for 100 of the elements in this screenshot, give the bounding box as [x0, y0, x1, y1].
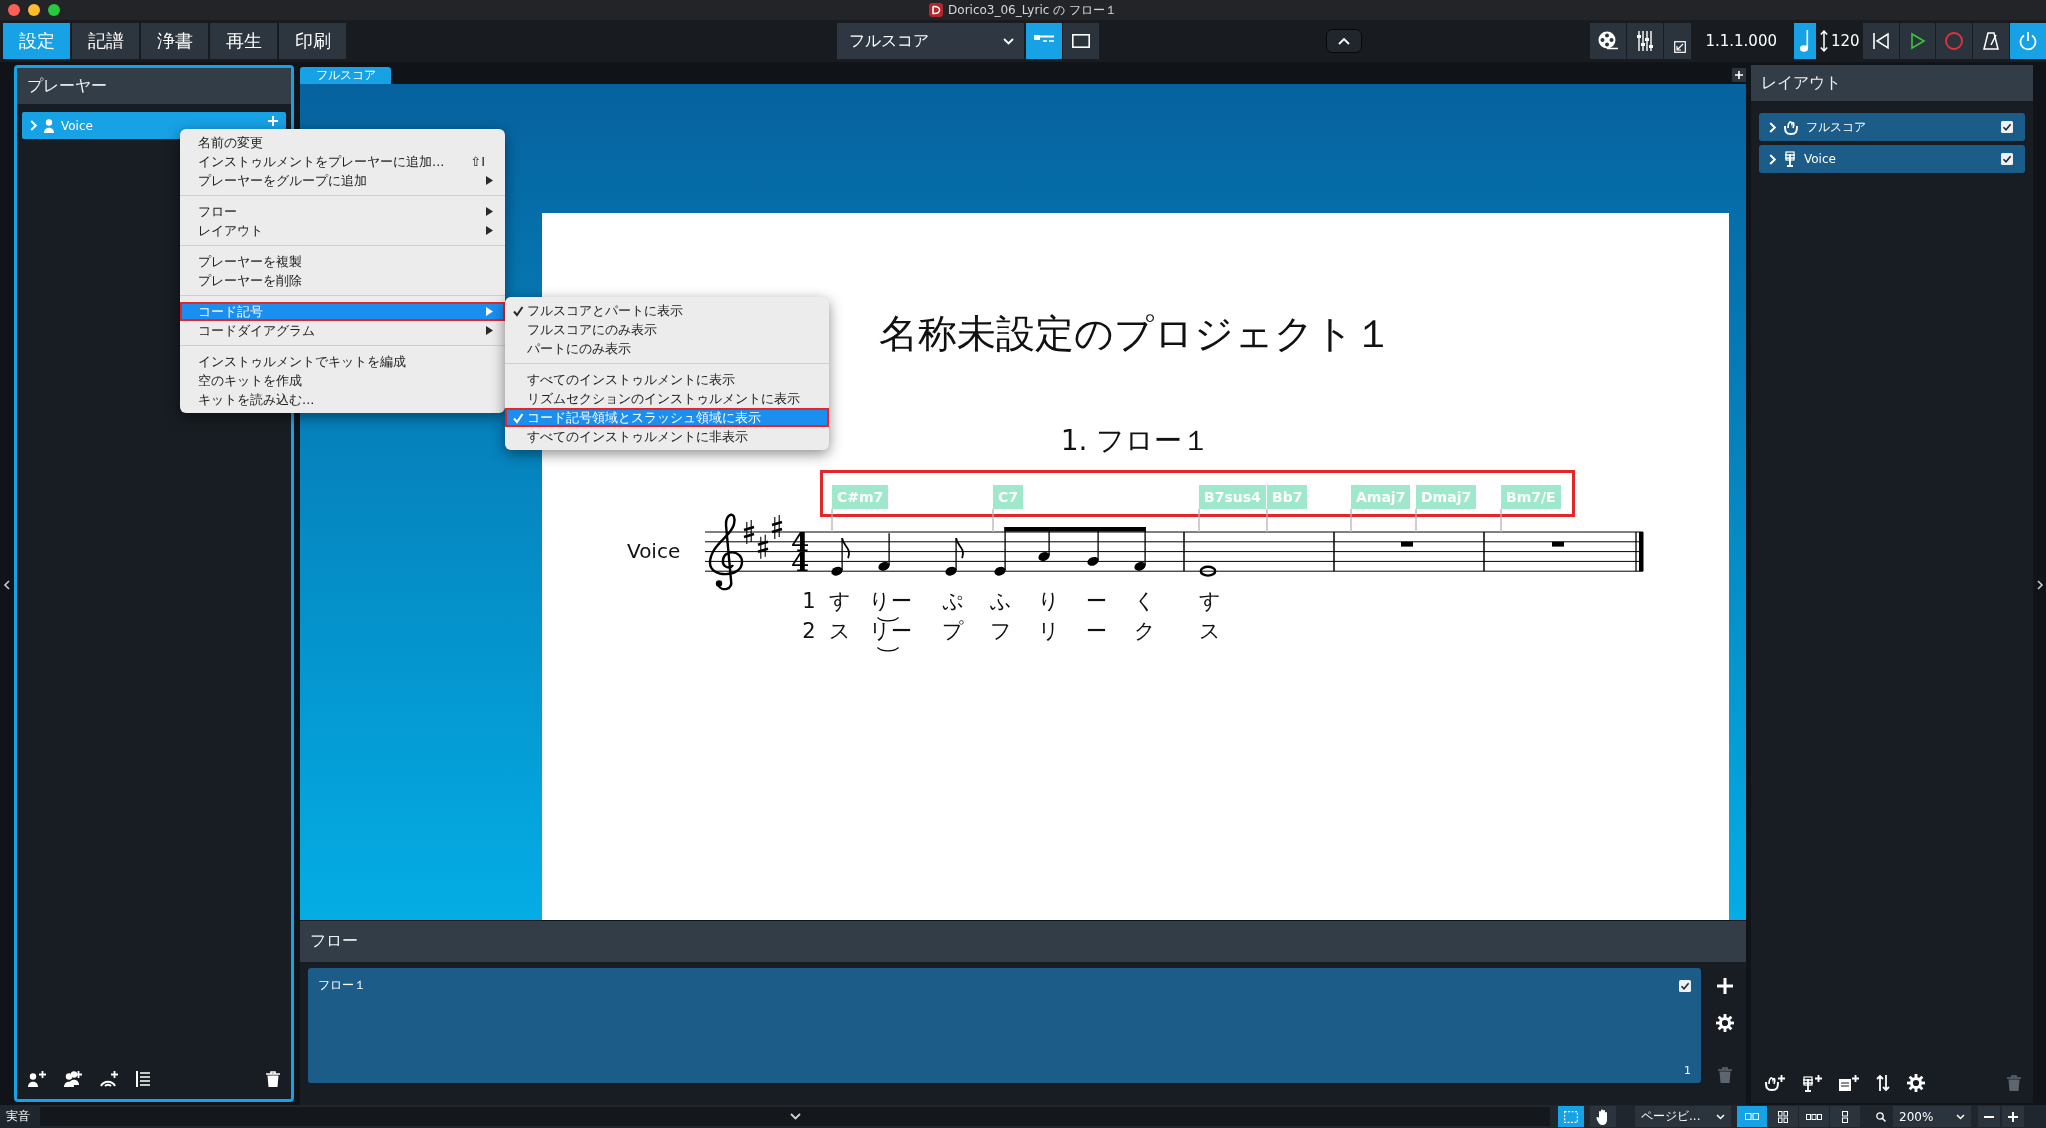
- mixer-button[interactable]: [1626, 23, 1663, 59]
- window-button[interactable]: [1663, 23, 1692, 59]
- menu-item[interactable]: コードダイアグラム: [180, 321, 505, 340]
- lyric-syllable: り: [1038, 588, 1060, 614]
- mixer-icon: [1635, 31, 1654, 51]
- zoom-in-button[interactable]: [2002, 1106, 2024, 1127]
- view-type-dropdown[interactable]: ページビ...: [1635, 1106, 1731, 1127]
- plus-icon: [1735, 70, 1743, 79]
- page-grid-icon: [1778, 1110, 1788, 1123]
- menu-item[interactable]: プレーヤーを複製: [180, 252, 505, 271]
- record-button[interactable]: [1936, 23, 1973, 59]
- page-arrangement-button[interactable]: [1768, 1106, 1798, 1127]
- add-part-icon[interactable]: [1802, 1075, 1822, 1091]
- sort-icon[interactable]: [1876, 1075, 1890, 1091]
- play-button[interactable]: [1899, 23, 1936, 59]
- toggle-panels-button[interactable]: [1326, 29, 1362, 53]
- concert-pitch-button[interactable]: 実音: [0, 1105, 36, 1128]
- page-arrangement-button[interactable]: [1799, 1106, 1829, 1127]
- menu-item[interactable]: レイアウト: [180, 221, 505, 240]
- menu-item[interactable]: すべてのインストゥルメントに表示: [505, 370, 829, 389]
- add-custom-layout-icon[interactable]: [1839, 1075, 1859, 1091]
- hand-icon: [1596, 1108, 1610, 1125]
- menu-item[interactable]: パートにのみ表示: [505, 339, 829, 358]
- menu-item[interactable]: すべてのインストゥルメントに非表示: [505, 427, 829, 446]
- flow-number: 1: [1684, 1064, 1691, 1077]
- menu-item[interactable]: リズムセクションのインストゥルメントに表示: [505, 389, 829, 408]
- zoom-out-button[interactable]: [1978, 1106, 2000, 1127]
- menu-item[interactable]: フルスコアとパートに表示: [505, 301, 829, 320]
- chevron-right-icon[interactable]: [2036, 580, 2043, 590]
- tempo-mode-button[interactable]: [1794, 23, 1816, 59]
- add-section-icon[interactable]: [100, 1071, 118, 1087]
- trash-icon[interactable]: [266, 1071, 280, 1087]
- video-button[interactable]: [1589, 23, 1626, 59]
- view-mode-button[interactable]: [1026, 23, 1063, 59]
- lyric-syllable: りー: [868, 588, 912, 614]
- tempo-value: 120: [1830, 32, 1860, 50]
- zoom-window-icon[interactable]: [48, 4, 60, 16]
- add-player-icon[interactable]: [28, 1071, 46, 1087]
- bottom-panel-toggle[interactable]: [40, 1107, 1550, 1126]
- menu-item[interactable]: プレーヤーを削除: [180, 271, 505, 290]
- menu-item[interactable]: インストゥルメントをプレーヤーに追加... ⇧I: [180, 152, 505, 171]
- chevron-down-icon: [1716, 1113, 1725, 1120]
- verse-number: 2: [802, 618, 816, 644]
- menu-item[interactable]: インストゥルメントでキットを編成: [180, 352, 505, 371]
- marquee-icon: [1564, 1110, 1578, 1123]
- layout-row[interactable]: Voice: [1759, 145, 2025, 173]
- mode-tab[interactable]: 浄書: [141, 23, 208, 59]
- view-mode-button[interactable]: [1063, 23, 1099, 59]
- up-down-arrow-icon: [1819, 30, 1828, 52]
- play-icon: [1910, 33, 1925, 49]
- menu-item[interactable]: フロー: [180, 202, 505, 221]
- plus-icon[interactable]: [1717, 978, 1733, 994]
- metronome-button[interactable]: [1973, 23, 2010, 59]
- layout-row[interactable]: フルスコア: [1759, 113, 2025, 141]
- minimize-window-icon[interactable]: [28, 4, 40, 16]
- lyric-syllable: プ: [942, 618, 964, 644]
- add-ensemble-icon[interactable]: [64, 1071, 82, 1087]
- playhead-position: 1.1.1.000: [1704, 32, 1778, 50]
- new-tab-button[interactable]: [1732, 67, 1746, 82]
- checkbox-icon[interactable]: [2001, 121, 2013, 133]
- close-window-icon[interactable]: [8, 4, 20, 16]
- part-icon: [1784, 152, 1796, 166]
- score-title: 名称未設定のプロジェクト１: [878, 310, 1393, 358]
- menu-item[interactable]: プレーヤーをグループに追加: [180, 171, 505, 190]
- layout-dropdown[interactable]: フルスコア: [837, 23, 1025, 59]
- chevron-down-icon: [1003, 37, 1015, 45]
- search-icon: [1876, 1111, 1886, 1122]
- lyric-syllable: す: [829, 588, 851, 614]
- zoom-dropdown[interactable]: 200%: [1893, 1106, 1971, 1127]
- add-full-score-icon[interactable]: [1765, 1075, 1785, 1091]
- box-arrow-icon: [1674, 41, 1687, 53]
- checkbox-icon[interactable]: [2001, 153, 2013, 165]
- mode-tab[interactable]: 印刷: [279, 23, 346, 59]
- settings-icon[interactable]: [1716, 1014, 1734, 1032]
- mode-tab[interactable]: 記譜: [72, 23, 139, 59]
- flow-card[interactable]: フロー１ 1: [308, 968, 1701, 1083]
- page-row-icon: [1806, 1113, 1822, 1120]
- checkbox-icon[interactable]: [1679, 980, 1691, 992]
- lyric-syllable: ク: [1134, 618, 1156, 644]
- page-arrangement-button[interactable]: [1830, 1106, 1860, 1127]
- chevron-left-icon[interactable]: [4, 580, 10, 590]
- settings-icon[interactable]: [1907, 1074, 1925, 1092]
- menu-item[interactable]: キットを読み込む...: [180, 390, 505, 409]
- lyric-syllable: ス: [829, 618, 851, 644]
- lyric-syllable: ス: [1199, 618, 1221, 644]
- lyric-syllable: ー: [1085, 618, 1107, 644]
- power-icon: [2019, 32, 2038, 50]
- menu-item[interactable]: 空のキットを作成: [180, 371, 505, 390]
- tool-button[interactable]: [1590, 1106, 1616, 1127]
- window-title: Dorico3_06_Lyric の フロー１: [948, 1, 1117, 19]
- lyric-syllable: ぷ: [942, 588, 964, 614]
- verse-number: 1: [802, 588, 816, 614]
- panel-title: レイアウト: [1761, 72, 1841, 94]
- list-icon[interactable]: [136, 1071, 150, 1087]
- mode-tab[interactable]: 再生: [210, 23, 277, 59]
- chevron-down-icon: [789, 1113, 801, 1120]
- rewind-button[interactable]: [1862, 23, 1899, 59]
- panel-title: フロー: [310, 931, 358, 952]
- chevron-down-icon: [1956, 1113, 1965, 1120]
- menu-item[interactable]: フルスコアにのみ表示: [505, 320, 829, 339]
